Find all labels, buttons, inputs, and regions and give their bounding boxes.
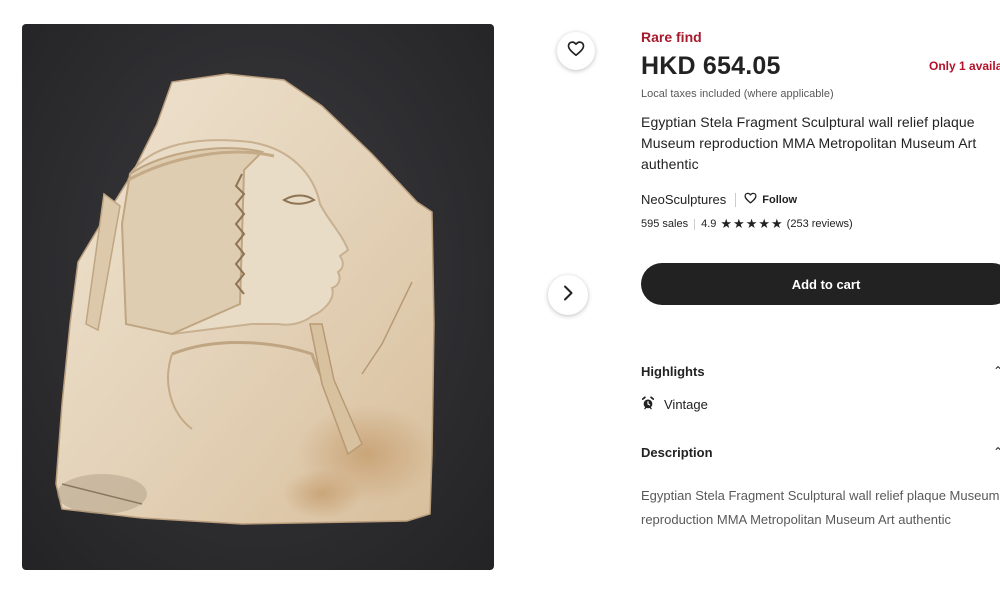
favorite-button[interactable] [557, 32, 595, 70]
description-text: Egyptian Stela Fragment Sculptural wall … [641, 488, 1000, 527]
reviews-link[interactable]: (253 reviews) [787, 218, 853, 230]
shop-name-link[interactable]: NeoSculptures [641, 192, 726, 207]
heart-icon [744, 192, 757, 207]
product-title: Egyptian Stela Fragment Sculptural wall … [641, 114, 977, 172]
highlight-item-vintage: Vintage [641, 396, 708, 413]
follow-label: Follow [762, 193, 798, 206]
product-image[interactable] [22, 24, 494, 570]
divider [694, 218, 696, 230]
divider [735, 192, 737, 207]
relief-plaque-illustration [55, 73, 437, 525]
description-heading[interactable]: Description [641, 445, 713, 460]
product-info-panel: Rare find HKD 654.05 Only 1 availab Loca… [641, 0, 1000, 589]
taxes-note: Local taxes included (where applicable) [641, 88, 834, 100]
next-image-button[interactable] [548, 275, 588, 315]
alarm-clock-icon [641, 396, 655, 413]
add-to-cart-button[interactable]: Add to cart [641, 263, 1000, 305]
star-rating-icons[interactable]: ★★★★★ [720, 216, 783, 232]
rare-find-badge: Rare find [641, 29, 702, 45]
follow-shop-button[interactable]: Follow [744, 192, 797, 207]
price: HKD 654.05 [641, 52, 781, 80]
chevron-right-icon [561, 285, 575, 306]
highlights-heading[interactable]: Highlights [641, 364, 705, 379]
shop-stats: 595 sales 4.9 ★★★★★ (253 reviews) [641, 216, 853, 232]
chevron-up-icon[interactable]: ⌃ [993, 445, 1000, 459]
shop-row: NeoSculptures Follow [641, 192, 797, 207]
highlight-label: Vintage [664, 397, 708, 412]
stock-availability: Only 1 availab [929, 59, 1000, 73]
rating-value: 4.9 [701, 218, 717, 230]
chevron-up-icon[interactable]: ⌃ [993, 364, 1000, 378]
add-to-cart-label: Add to cart [791, 276, 861, 292]
sales-count: 595 sales [641, 218, 689, 230]
heart-icon [567, 40, 585, 62]
